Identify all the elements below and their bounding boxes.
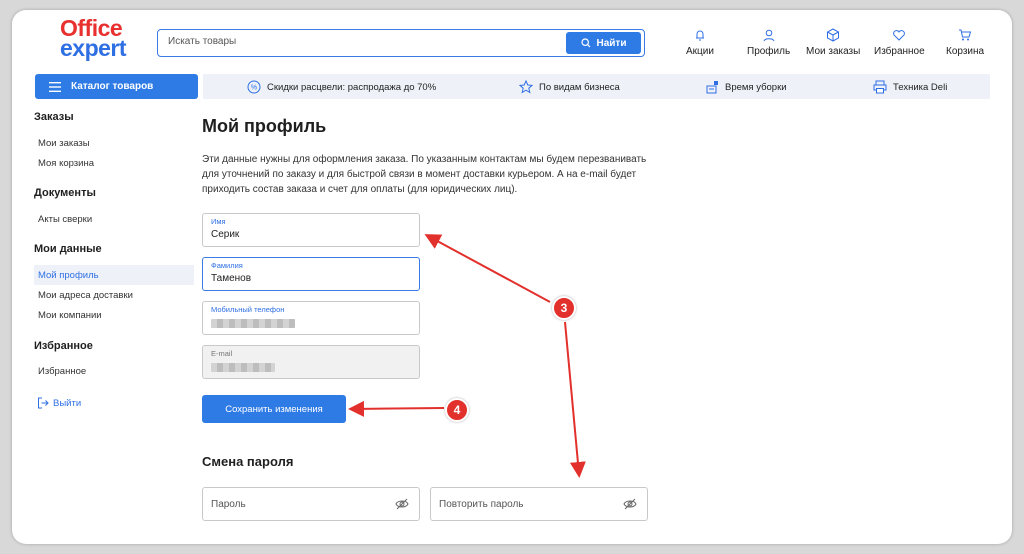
arrow-to-first-name xyxy=(424,234,551,303)
annotation-badge-3: 3 xyxy=(552,296,576,320)
arrow-to-save-button xyxy=(348,400,445,417)
annotation-arrows xyxy=(348,234,586,478)
annotation-badge-4: 4 xyxy=(445,398,469,422)
browser-frame: Office expert Найти Акции Профиль Мои за… xyxy=(12,10,1012,544)
arrow-to-repeat-password xyxy=(564,321,586,478)
